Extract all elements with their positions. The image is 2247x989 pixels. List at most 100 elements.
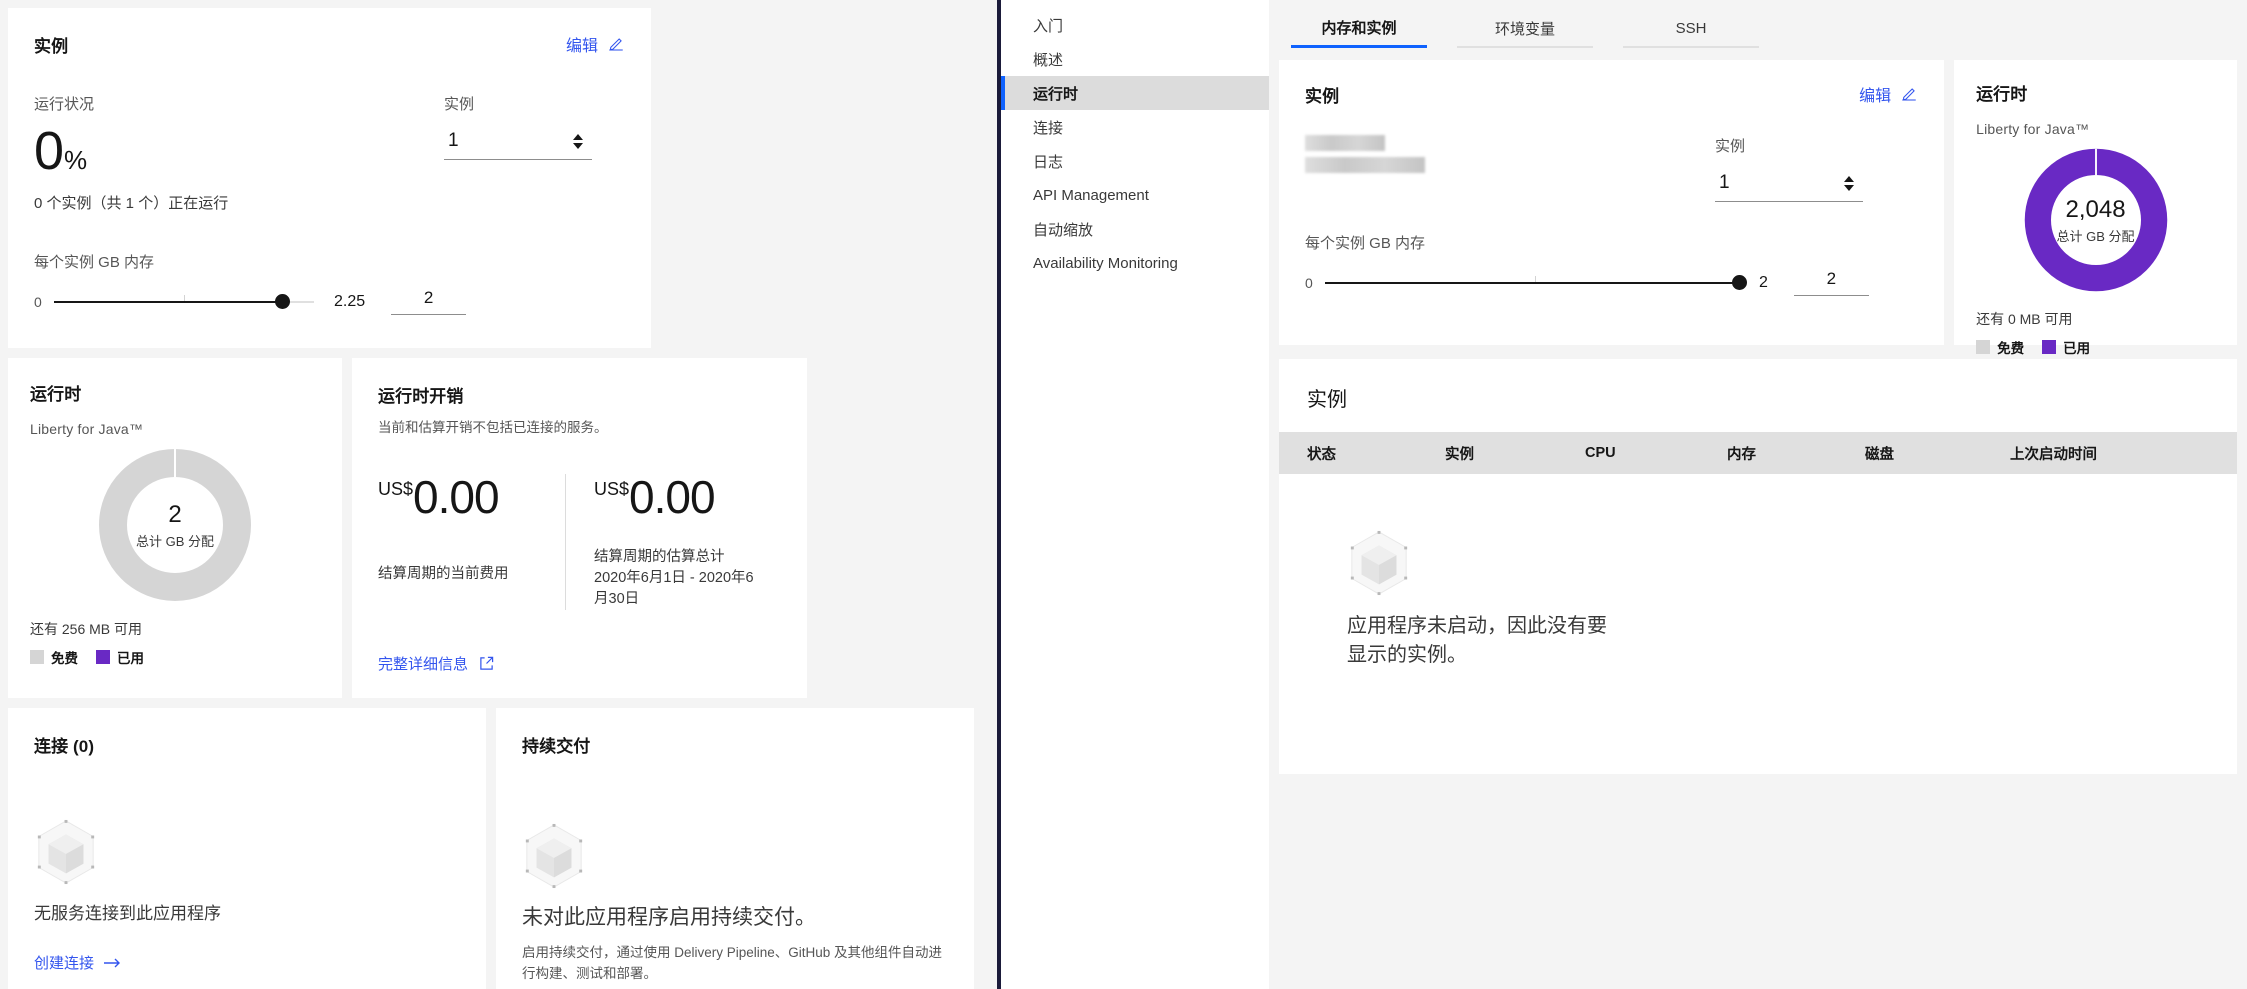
instances-card-header: 实例 编辑 — [34, 32, 625, 57]
slider-knob[interactable] — [275, 294, 290, 309]
slider-tick — [184, 294, 185, 301]
stepper-down-icon[interactable] — [573, 142, 583, 149]
connections-card-title: 连接 (0) — [34, 737, 95, 756]
right-instances-body: 实例 1 — [1305, 135, 1918, 202]
memory-slider[interactable] — [1325, 275, 1748, 291]
legend-free-label: 免费 — [51, 651, 78, 666]
legend-free: 免费 — [30, 647, 78, 667]
right-memory-slider-block: 每个实例 GB 内存 0 2 2 — [1305, 232, 1918, 296]
redacted-line-2 — [1305, 157, 1425, 173]
current-cost-currency: US$ — [378, 479, 414, 499]
cost-card-title: 运行时开销 — [378, 387, 464, 406]
create-connection-link[interactable]: 创建连接 — [34, 952, 122, 973]
stepper-down-icon[interactable] — [1844, 184, 1854, 191]
runtime-card-title: 运行时 — [30, 385, 82, 404]
estimated-cost-amount: US$ 0.00 — [594, 474, 765, 520]
memory-value-input[interactable]: 2 — [391, 288, 467, 315]
tab-ssh[interactable]: SSH — [1623, 10, 1759, 48]
full-details-link[interactable]: 完整详细信息 — [378, 653, 494, 674]
instances-card-title: 实例 — [34, 37, 69, 56]
instances-table-header: 状态 实例 CPU 内存 磁盘 上次启动时间 — [1279, 432, 2237, 474]
sidebar-item-label: API Management — [1033, 186, 1149, 204]
cd-card-title: 持续交付 — [522, 737, 591, 756]
right-runtime-donut-chart: 2,048 总计 GB 分配 — [2021, 145, 2171, 295]
stepper-arrows[interactable] — [1844, 175, 1854, 191]
slider-track-fill — [1325, 281, 1745, 284]
empty-cube-icon — [37, 819, 95, 885]
sidebar-item-getting-started[interactable]: 入门 — [1001, 8, 1269, 42]
health-value: 0% — [34, 124, 444, 178]
health-number: 0 — [34, 121, 64, 181]
pencil-icon — [1902, 88, 1916, 101]
sidebar-item-overview[interactable]: 概述 — [1001, 42, 1269, 76]
instances-table-empty-state: 应用程序未启动，因此没有要 显示的实例。 — [1279, 474, 2237, 670]
column-header-last-start-time[interactable]: 上次启动时间 — [2010, 443, 2097, 464]
right-cards-row: 实例 编辑 实例 1 每个实例 GB 内存 0 2 2 运行时 Liberty … — [1269, 48, 2247, 356]
stepper-up-icon[interactable] — [573, 133, 583, 140]
sidebar-item-availability-monitoring[interactable]: Availability Monitoring — [1001, 246, 1269, 280]
current-cost-caption: 结算周期的当前费用 — [378, 566, 509, 582]
column-header-status[interactable]: 状态 — [1307, 443, 1445, 464]
runtime-cost-card: 运行时开销 当前和估算开销不包括已连接的服务。 US$ 0.00 结算周期的当前… — [352, 358, 807, 698]
donut-caption: 总计 GB 分配 — [135, 533, 214, 549]
tab-environment-variables[interactable]: 环境变量 — [1457, 10, 1593, 48]
create-connection-label: 创建连接 — [34, 955, 95, 972]
health-block: 运行状况 0% 0 个实例（共 1 个）正在运行 — [34, 93, 444, 213]
connections-empty-state: 无服务连接到此应用程序 创建连接 — [34, 819, 460, 973]
current-cost-block: US$ 0.00 结算周期的当前费用 — [378, 474, 565, 610]
cd-empty-state: 未对此应用程序启用持续交付。 启用持续交付，通过使用 Delivery Pipe… — [522, 823, 948, 985]
current-cost-value: 0.00 — [413, 471, 500, 523]
sidebar-item-runtime[interactable]: 运行时 — [1001, 76, 1269, 110]
instances-count-stepper[interactable]: 1 — [444, 130, 592, 160]
sidebar-item-label: 日志 — [1033, 153, 1064, 171]
column-header-instance[interactable]: 实例 — [1445, 443, 1585, 464]
sidebar-item-logs[interactable]: 日志 — [1001, 144, 1269, 178]
memory-slider[interactable] — [54, 294, 314, 310]
tab-label: SSH — [1675, 19, 1707, 37]
column-header-memory[interactable]: 内存 — [1727, 443, 1865, 464]
stepper-up-icon[interactable] — [1844, 175, 1854, 182]
legend-free-label: 免费 — [1997, 341, 2025, 356]
column-header-disk[interactable]: 磁盘 — [1865, 443, 2010, 464]
estimated-cost-caption: 结算周期的估算总计 2020年6月1日 - 2020年6月30日 — [594, 547, 765, 610]
legend-used-swatch — [96, 650, 110, 664]
instances-count-stepper[interactable]: 1 — [1715, 172, 1863, 202]
stepper-arrows[interactable] — [573, 133, 583, 149]
legend-used: 已用 — [96, 647, 144, 667]
slider-max-label: 2 — [1759, 273, 1768, 291]
sidebar-item-label: 入门 — [1033, 17, 1064, 35]
tab-memory-and-instances[interactable]: 内存和实例 — [1291, 10, 1427, 48]
right-runtime-subtitle: Liberty for Java™ — [1976, 121, 2090, 137]
instances-table-empty-text: 应用程序未启动，因此没有要 显示的实例。 — [1347, 612, 2237, 670]
external-link-icon — [480, 656, 494, 670]
estimated-cost-block: US$ 0.00 结算周期的估算总计 2020年6月1日 - 2020年6月30… — [565, 474, 781, 611]
memory-value-input[interactable]: 2 — [1793, 269, 1869, 296]
legend-free-swatch — [1976, 340, 1991, 354]
right-instances-count-label: 实例 — [1715, 138, 1746, 155]
sidebar-item-connections[interactable]: 连接 — [1001, 110, 1269, 144]
sidebar-item-api-management[interactable]: API Management — [1001, 178, 1269, 212]
memory-label: 每个实例 GB 内存 — [34, 254, 155, 271]
column-header-cpu[interactable]: CPU — [1585, 445, 1727, 461]
tab-spacer — [1427, 10, 1457, 48]
empty-text-line2: 显示的实例。 — [1347, 644, 1467, 666]
tab-label: 环境变量 — [1494, 20, 1555, 38]
redacted-app-info — [1305, 135, 1715, 202]
cd-headline: 未对此应用程序启用持续交付。 — [522, 906, 816, 929]
pencil-icon — [609, 38, 623, 51]
sidebar-item-autoscaling[interactable]: 自动缩放 — [1001, 212, 1269, 246]
health-subtext: 0 个实例（共 1 个）正在运行 — [34, 195, 229, 212]
left-pane: 实例 编辑 运行状况 0% 0 个实例（共 1 个）正在运行 实例 1 每个实例… — [0, 0, 997, 989]
legend-used-label: 已用 — [117, 651, 144, 666]
slider-knob[interactable] — [1732, 275, 1748, 290]
empty-text-line1: 应用程序未启动，因此没有要 — [1347, 615, 1607, 637]
sidebar-item-label: 概述 — [1033, 51, 1064, 69]
edit-instances-link[interactable]: 编辑 — [1859, 82, 1918, 106]
right-instances-count-block: 实例 1 — [1715, 135, 1918, 202]
edit-instances-link[interactable]: 编辑 — [566, 32, 625, 56]
cost-card-subtitle: 当前和估算开销不包括已连接的服务。 — [378, 420, 608, 435]
edit-label: 编辑 — [1859, 88, 1892, 105]
slider-min-label: 0 — [1305, 274, 1313, 291]
instances-count-block: 实例 1 — [444, 93, 625, 213]
tab-bar: 内存和实例 环境变量 SSH — [1269, 0, 2247, 48]
